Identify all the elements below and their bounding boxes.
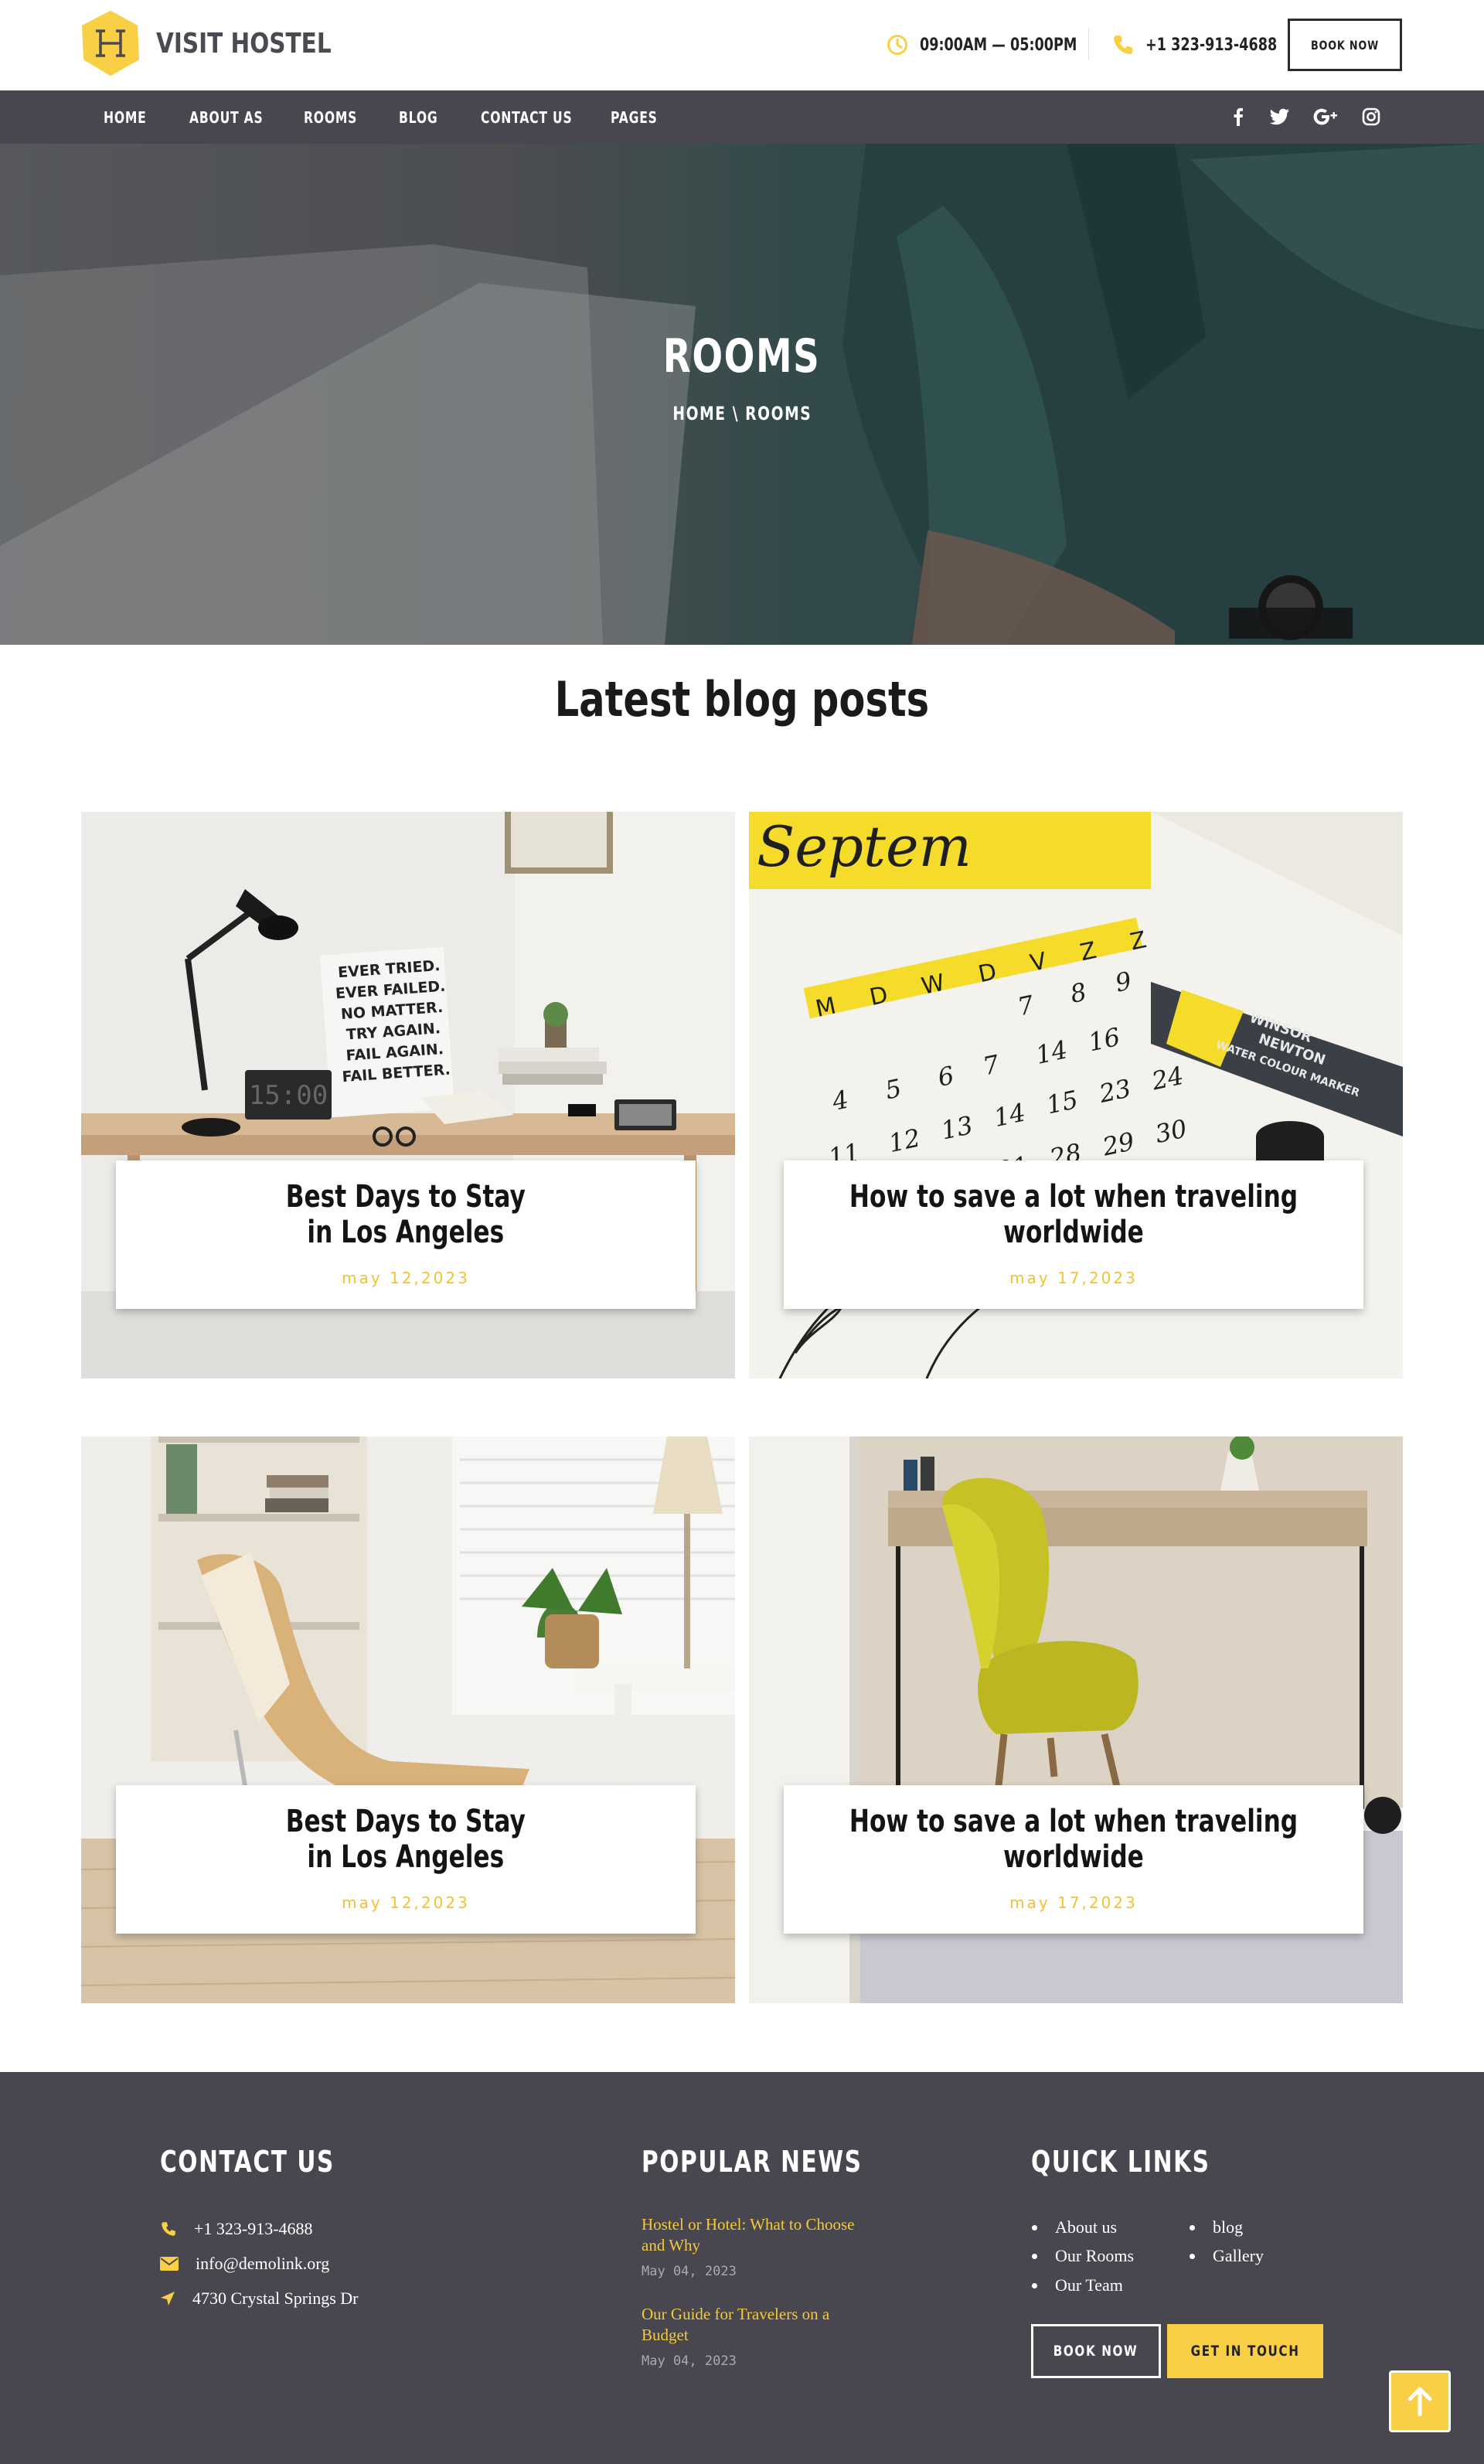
hero-background-image — [0, 144, 1484, 645]
news-link[interactable]: Hostel or Hotel: What to Choose and Why — [642, 2214, 873, 2256]
hostel-logo-icon — [82, 11, 139, 76]
contact-heading: CONTACT US — [160, 2145, 384, 2179]
blog-card-title-text: Best Days to Stay in Los Angeles — [285, 1804, 526, 1875]
blog-card[interactable]: EVER TRIED. EVER FAILED. NO MATTER. TRY … — [81, 812, 735, 1379]
footer-address: 4730 Crystal Springs Dr — [160, 2288, 359, 2309]
blog-card-title[interactable]: How to save a lot when traveling worldwi… — [784, 1804, 1363, 1875]
blog-card-date: may 12,2023 — [342, 1269, 470, 1287]
footer-phone-text: +1 323-913-4688 — [194, 2219, 313, 2238]
phone-icon — [162, 2222, 175, 2236]
blog-card-title[interactable]: Best Days to Stay in Los Angeles — [116, 1179, 696, 1250]
blog-card-caption: How to save a lot when traveling worldwi… — [784, 1160, 1363, 1309]
blog-section-title: Latest blog posts — [0, 671, 1484, 728]
facebook-icon — [1234, 107, 1243, 126]
breadcrumb-current: ROOMS — [744, 403, 812, 424]
page-hero: ROOMS HOME \ ROOMS — [0, 144, 1484, 645]
footer-book-now-button[interactable]: BOOK NOW — [1031, 2324, 1161, 2378]
location-arrow-icon — [161, 2292, 175, 2306]
arrow-up-icon — [1407, 2387, 1432, 2416]
nav-label: ABOUT AS — [189, 107, 264, 127]
nav-item-about[interactable]: ABOUT AS — [189, 90, 284, 144]
blog-card-title[interactable]: How to save a lot when traveling worldwi… — [784, 1179, 1363, 1250]
blog-card-date: may 12,2023 — [342, 1893, 470, 1912]
news-link[interactable]: Our Guide for Travelers on a Budget — [642, 2304, 873, 2346]
twitter-link[interactable] — [1266, 103, 1294, 131]
nav-item-rooms[interactable]: ROOMS — [304, 90, 373, 144]
blog-card[interactable]: Best Days to Stay in Los Angeles may 12,… — [81, 1436, 735, 2003]
blog-card-caption: Best Days to Stay in Los Angeles may 12,… — [116, 1785, 696, 1934]
header-phone[interactable]: +1 323-913-4688 — [1111, 29, 1310, 60]
breadcrumb: HOME \ ROOMS — [0, 403, 1484, 424]
footer-email-text: info@demolink.org — [196, 2254, 330, 2273]
hours-text: 09:00AM — 05:00PM — [920, 35, 1077, 55]
news-date: May 04, 2023 — [642, 2353, 737, 2369]
blog-card-title-text: How to save a lot when traveling worldwi… — [849, 1804, 1298, 1875]
quick-link-gallery[interactable]: Gallery — [1190, 2246, 1264, 2266]
instagram-link[interactable] — [1357, 103, 1385, 131]
blog-card-date: may 17,2023 — [1009, 1893, 1138, 1912]
nav-item-blog[interactable]: BLOG — [399, 90, 449, 144]
news-date: May 04, 2023 — [642, 2264, 737, 2279]
nav-item-home[interactable]: HOME — [104, 90, 158, 144]
top-header: VISIT HOSTEL 09:00AM — 05:00PM +1 323-91… — [0, 0, 1484, 90]
blog-section-title-text: Latest blog posts — [554, 671, 930, 728]
book-now-button[interactable]: BOOK NOW — [1288, 19, 1402, 71]
phone-icon — [1114, 36, 1132, 54]
photo-text-clock: 15:00 — [249, 1080, 328, 1111]
footer-book-now-label: BOOK NOW — [1053, 2343, 1139, 2360]
blog-card-caption: Best Days to Stay in Los Angeles may 12,… — [116, 1160, 696, 1309]
get-in-touch-button[interactable]: GET IN TOUCH — [1167, 2324, 1323, 2378]
nav-label: HOME — [104, 107, 147, 127]
divider — [1088, 28, 1089, 60]
google-plus-icon — [1313, 108, 1337, 125]
twitter-icon — [1270, 108, 1289, 125]
footer-phone[interactable]: +1 323-913-4688 — [160, 2219, 313, 2239]
blog-card[interactable]: Septem M D W D V Z Z 789 4 5 6 7 14 16 11 12 13… — [749, 812, 1403, 1379]
popular-news-heading-text: POPULAR NEWS — [642, 2145, 863, 2179]
quick-links-heading: QUICK LINKS — [1031, 2145, 1261, 2179]
quick-link-blog[interactable]: blog — [1189, 2217, 1243, 2237]
scroll-to-top-button[interactable] — [1389, 2370, 1451, 2432]
nav-label: PAGES — [611, 107, 658, 127]
nav-item-pages[interactable]: PAGES — [611, 90, 671, 144]
blog-card-title-text: Best Days to Stay in Los Angeles — [285, 1179, 526, 1250]
facebook-link[interactable] — [1224, 103, 1252, 131]
breadcrumb-separator: \ — [732, 403, 739, 424]
book-now-label: BOOK NOW — [1310, 37, 1379, 53]
blog-card-date: may 17,2023 — [1009, 1269, 1138, 1287]
envelope-icon — [160, 2257, 179, 2271]
nav-label: ROOMS — [304, 107, 358, 127]
clock-icon — [887, 35, 907, 55]
footer-email[interactable]: info@demolink.org — [160, 2254, 329, 2274]
opening-hours: 09:00AM — 05:00PM — [886, 29, 1116, 60]
instagram-icon — [1362, 107, 1380, 126]
brand-name: VISIT HOSTEL — [156, 27, 332, 60]
breadcrumb-home[interactable]: HOME — [672, 403, 726, 424]
contact-heading-text: CONTACT US — [160, 2145, 335, 2179]
main-nav: HOME ABOUT AS ROOMS BLOG CONTACT US PAGE… — [0, 90, 1484, 144]
page-title: ROOMS — [0, 329, 1484, 383]
phone-text: +1 323-913-4688 — [1145, 35, 1278, 55]
quick-links-heading-text: QUICK LINKS — [1031, 2145, 1210, 2179]
blog-card-title-text: How to save a lot when traveling worldwi… — [849, 1179, 1298, 1250]
get-in-touch-label: GET IN TOUCH — [1190, 2343, 1300, 2360]
blog-card[interactable]: How to save a lot when traveling worldwi… — [749, 1436, 1403, 2003]
quick-link-about[interactable]: About us — [1031, 2217, 1117, 2237]
page-title-text: ROOMS — [663, 329, 821, 383]
blog-card-caption: How to save a lot when traveling worldwi… — [784, 1785, 1363, 1934]
nav-label: BLOG — [399, 107, 438, 127]
photo-text-calendar-heading: Septem — [757, 814, 972, 879]
blog-card-title[interactable]: Best Days to Stay in Los Angeles — [116, 1804, 696, 1875]
google-plus-link[interactable] — [1312, 103, 1340, 131]
nav-label: CONTACT US — [481, 107, 573, 127]
footer-address-text: 4730 Crystal Springs Dr — [192, 2288, 359, 2308]
nav-item-contact[interactable]: CONTACT US — [481, 90, 598, 144]
popular-news-heading: POPULAR NEWS — [642, 2145, 924, 2179]
quick-link-team[interactable]: Our Team — [1032, 2275, 1123, 2295]
quick-link-rooms[interactable]: Our Rooms — [1031, 2246, 1134, 2266]
logo[interactable]: VISIT HOSTEL — [80, 11, 369, 76]
